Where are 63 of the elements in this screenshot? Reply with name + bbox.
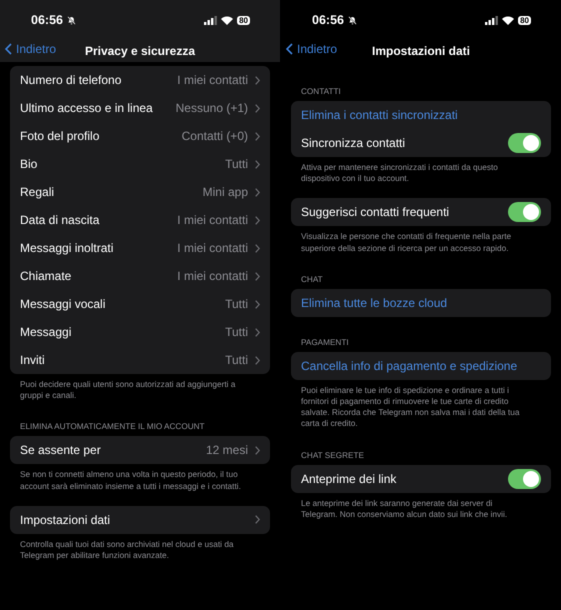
chevron-icon xyxy=(255,328,260,336)
settings-row[interactable]: Ultimo accesso e in linea Nessuno (+1) xyxy=(10,94,270,122)
chevron-icon xyxy=(255,446,260,455)
chevron-icon xyxy=(255,76,260,84)
chevron-icon xyxy=(255,216,260,224)
settings-row[interactable]: Se assente per 12 mesi xyxy=(10,436,270,464)
action-row[interactable]: Cancella info di pagamento e spedizione xyxy=(291,352,551,380)
chevron-icon xyxy=(255,515,260,524)
section-header: CONTATTI xyxy=(300,87,342,98)
screen-title: Privacy e sicurezza xyxy=(84,44,196,58)
signal-icon xyxy=(485,16,498,24)
settings-row[interactable]: Bio Tutti xyxy=(10,150,270,178)
section-header: PAGAMENTI xyxy=(300,338,350,349)
wifi-icon xyxy=(221,16,234,24)
section-footer: Visualizza le persone che contatti di frequente nella parte superiore della sezione di ricerca per un accesso rapido. xyxy=(291,226,551,254)
battery-indicator: 80 xyxy=(518,16,531,24)
section-footer: Se non ti connetti almeno una volta in questo periodo, il tuo account sarà eliminato insieme a tutti i messaggi e i contatti. xyxy=(10,464,270,492)
settings-row[interactable]: Chiamate I miei contatti xyxy=(10,262,270,290)
action-row[interactable]: Elimina tutte le bozze cloud xyxy=(291,288,551,317)
settings-row[interactable]: Messaggi Tutti xyxy=(10,318,270,346)
section-footer: Puoi eliminare le tue info di spedizione e ordinare a tutti i fornitori di pagamento di rimuovere le tue carte di credito salvate. Ricorda che Telegram non salva mai i dati della tua carta di credito. xyxy=(291,380,551,430)
signal-icon xyxy=(204,16,218,24)
setting-label: Anteprime dei link xyxy=(301,472,398,486)
section-header: CHAT xyxy=(300,274,324,286)
status-time: 06:56 xyxy=(31,13,63,27)
toggle-switch[interactable] xyxy=(508,133,541,153)
section-footer: Attiva per mantenere sincronizzati i contatti da questo dispositivo con il tuo account. xyxy=(291,157,551,184)
muted-bell-icon xyxy=(66,16,76,24)
back-chevron-icon xyxy=(5,43,12,55)
section-footer: Controlla quali tuoi dati sono archiviati nel cloud e usati da Telegram per abilitare funzioni avanzate. xyxy=(10,534,270,562)
back-button[interactable]: Indietro xyxy=(286,42,338,56)
toggle-switch[interactable] xyxy=(508,202,541,222)
settings-row[interactable]: Foto del profilo Contatti (+0) xyxy=(10,122,270,150)
battery-indicator: 80 xyxy=(237,16,250,24)
muted-bell-icon xyxy=(348,16,357,24)
section-header: ELIMINA AUTOMATICAMENTE IL MIO ACCOUNT xyxy=(19,422,206,434)
chevron-icon xyxy=(255,300,260,308)
status-time: 06:56 xyxy=(312,13,344,27)
setting-label: Sincronizza contatti xyxy=(301,136,406,150)
section-footer: Le anteprime dei link saranno generate dai server di Telegram. Non conserviamo alcun dato sui link che invii. xyxy=(291,492,551,520)
section-header: CHAT SEGRETE xyxy=(300,450,365,462)
chevron-icon xyxy=(255,188,260,196)
toggle-switch[interactable] xyxy=(508,468,541,489)
settings-row[interactable]: Inviti Tutti xyxy=(10,346,270,374)
settings-row[interactable]: Regali Mini app xyxy=(10,178,270,206)
section-footer: Puoi decidere quali utenti sono autorizzati ad aggiungerti a gruppi e canali. xyxy=(10,374,270,402)
settings-row[interactable]: Messaggi inoltrati I miei contatti xyxy=(10,234,270,262)
back-chevron-icon xyxy=(286,43,293,55)
back-button[interactable]: Indietro xyxy=(5,42,56,56)
chevron-icon xyxy=(255,356,260,364)
chevron-icon xyxy=(255,104,260,112)
chevron-icon xyxy=(255,132,260,140)
action-row[interactable]: Elimina i contatti sincronizzati xyxy=(291,101,551,129)
chevron-icon xyxy=(255,272,260,280)
settings-row[interactable]: Numero di telefono I miei contatti xyxy=(10,66,270,94)
screen-title: Impostazioni dati xyxy=(372,44,470,58)
settings-row[interactable]: Impostazioni dati xyxy=(10,506,270,534)
setting-label: Suggerisci contatti frequenti xyxy=(301,205,450,220)
chevron-icon xyxy=(255,160,260,168)
chevron-icon xyxy=(255,244,260,252)
settings-row[interactable]: Messaggi vocali Tutti xyxy=(10,290,270,318)
wifi-icon xyxy=(502,16,514,24)
settings-row[interactable]: Data di nascita I miei contatti xyxy=(10,206,270,234)
